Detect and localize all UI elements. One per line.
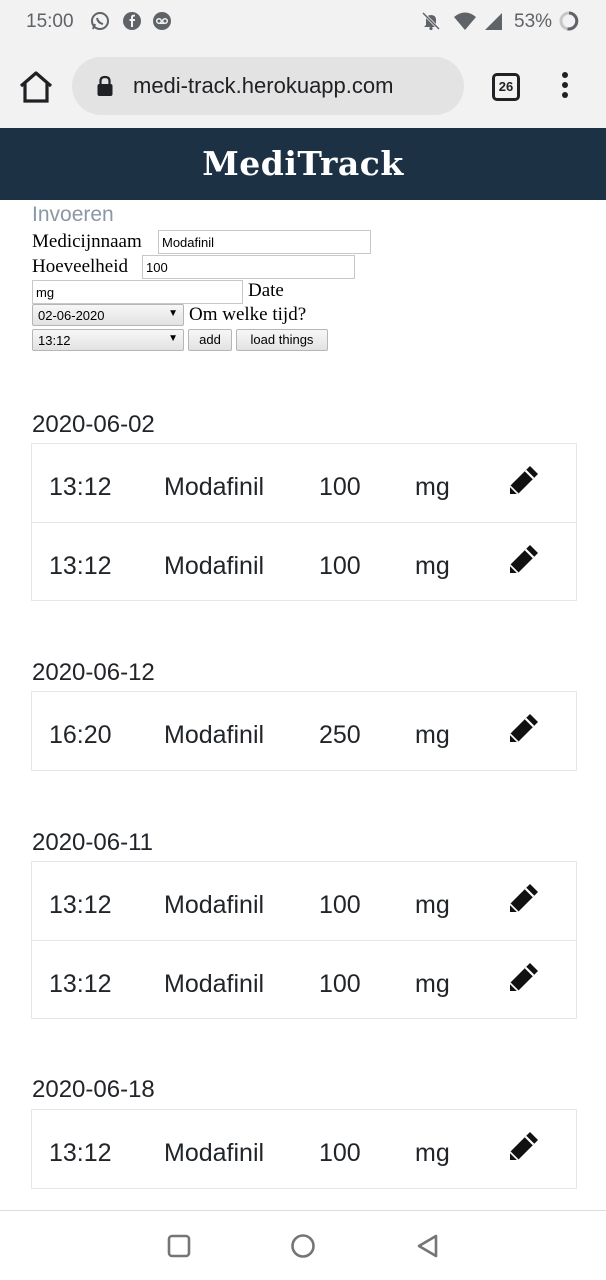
entry-time: 13:12 [49, 473, 112, 501]
entry-medicine: Modafinil [164, 473, 265, 501]
date-select-value: 02-06-2020 [38, 308, 105, 323]
entry-unit: mg [415, 552, 450, 580]
pencil-icon[interactable] [506, 961, 540, 995]
entry-time: 13:12 [49, 891, 112, 919]
entry-time: 16:20 [49, 721, 112, 749]
battery-percent: 53% [514, 11, 553, 32]
browser-menu-icon[interactable] [556, 72, 574, 102]
app-title: MediTrack [202, 144, 404, 183]
date-heading: 2020-06-18 [32, 1076, 155, 1103]
entry-row: 16:20 Modafinil 250 mg [32, 692, 576, 770]
entry-medicine: Modafinil [164, 721, 265, 749]
medicine-name-input[interactable] [158, 230, 371, 254]
date-select[interactable]: 02-06-2020 ▼ [32, 304, 184, 326]
entry-amount: 100 [319, 473, 361, 501]
entry-group: 13:12 Modafinil 100 mg [31, 1109, 577, 1189]
address-bar[interactable]: medi-track.herokuapp.com [72, 57, 464, 115]
pencil-icon[interactable] [506, 1130, 540, 1164]
url-text: medi-track.herokuapp.com [133, 73, 394, 98]
muted-bell-icon [421, 11, 441, 31]
date-heading: 2020-06-02 [32, 411, 155, 438]
time-select-value: 13:12 [38, 333, 71, 348]
load-things-button[interactable]: load things [236, 329, 328, 351]
entry-group: 16:20 Modafinil 250 mg [31, 691, 577, 771]
entry-amount: 100 [319, 1139, 361, 1167]
cell-signal-icon [485, 13, 502, 30]
battery-circle-icon [559, 11, 579, 31]
entry-row: 13:12 Modafinil 100 mg [32, 862, 576, 940]
pencil-icon[interactable] [506, 882, 540, 916]
pencil-icon[interactable] [506, 543, 540, 577]
entry-row: 13:12 Modafinil 100 mg [32, 522, 576, 600]
entry-time: 13:12 [49, 552, 112, 580]
date-heading: 2020-06-12 [32, 659, 155, 686]
home-circle-icon[interactable] [290, 1233, 316, 1259]
entry-medicine: Modafinil [164, 552, 265, 580]
entry-amount: 100 [319, 891, 361, 919]
tab-switcher-button[interactable]: 26 [492, 73, 520, 101]
entry-unit: mg [415, 891, 450, 919]
entry-row: 13:12 Modafinil 100 mg [32, 444, 576, 522]
back-icon[interactable] [415, 1233, 441, 1259]
entry-row: 13:12 Modafinil 100 mg [32, 940, 576, 1018]
chevron-down-icon: ▼ [168, 308, 178, 319]
status-time: 15:00 [26, 11, 74, 32]
form-heading: Invoeren [32, 203, 114, 226]
pencil-icon[interactable] [506, 464, 540, 498]
browser-toolbar: medi-track.herokuapp.com 26 [0, 44, 606, 128]
time-select[interactable]: 13:12 ▼ [32, 329, 184, 351]
lock-icon [97, 75, 113, 96]
wifi-icon [454, 12, 476, 30]
whatsapp-icon [91, 12, 109, 30]
entry-amount: 100 [319, 970, 361, 998]
app-header: MediTrack [0, 128, 606, 200]
amount-input[interactable] [142, 255, 355, 279]
entry-time: 13:12 [49, 1139, 112, 1167]
status-bar: 15:00 53% [0, 0, 606, 44]
entry-amount: 250 [319, 721, 361, 749]
pencil-icon[interactable] [506, 712, 540, 746]
date-heading: 2020-06-11 [32, 829, 153, 856]
voicemail-icon [153, 12, 171, 30]
entry-group: 13:12 Modafinil 100 mg 13:12 Modafinil 1… [31, 861, 577, 1019]
medicine-name-label: Medicijnnaam [32, 231, 142, 252]
entry-unit: mg [415, 1139, 450, 1167]
entry-medicine: Modafinil [164, 1139, 265, 1167]
date-label: Date [248, 280, 284, 301]
facebook-icon [123, 12, 141, 30]
entry-unit: mg [415, 473, 450, 501]
unit-input[interactable] [32, 280, 243, 304]
entry-unit: mg [415, 970, 450, 998]
recent-apps-icon[interactable] [166, 1233, 192, 1259]
entry-row: 13:12 Modafinil 100 mg [32, 1110, 576, 1188]
add-button[interactable]: add [188, 329, 232, 351]
entry-medicine: Modafinil [164, 970, 265, 998]
amount-label: Hoeveelheid [32, 256, 129, 277]
chevron-down-icon: ▼ [168, 333, 178, 344]
entry-medicine: Modafinil [164, 891, 265, 919]
home-icon[interactable] [18, 70, 54, 104]
entry-group: 13:12 Modafinil 100 mg 13:12 Modafinil 1… [31, 443, 577, 601]
system-nav-bar [0, 1210, 606, 1280]
entry-amount: 100 [319, 552, 361, 580]
time-label: Om welke tijd? [189, 304, 307, 325]
entry-time: 13:12 [49, 970, 112, 998]
entry-unit: mg [415, 721, 450, 749]
